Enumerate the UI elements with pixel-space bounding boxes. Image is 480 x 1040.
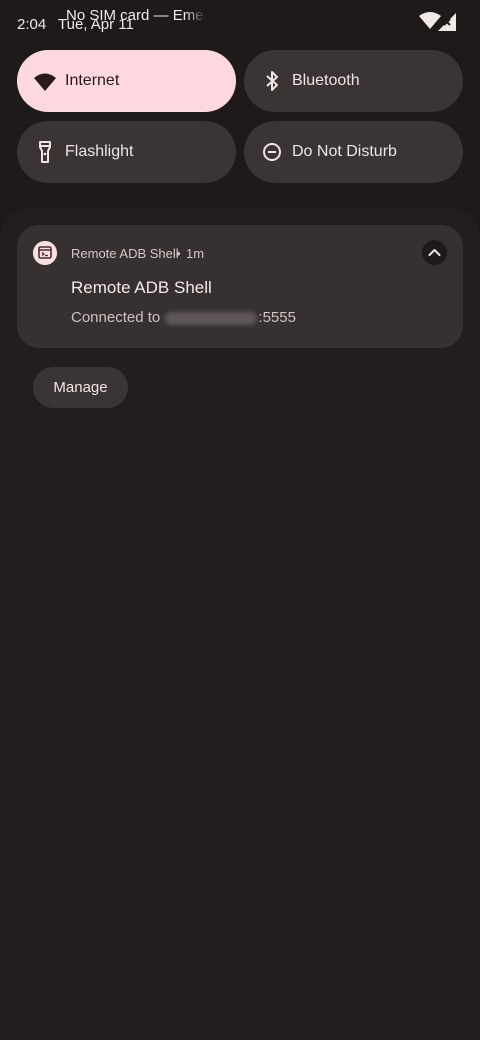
- tile-flashlight[interactable]: Flashlight: [17, 121, 236, 183]
- notification-app-name: Remote ADB Shell: [71, 246, 179, 261]
- app-terminal-icon: [33, 241, 57, 265]
- tile-internet-label: Internet: [65, 72, 120, 89]
- carrier-text: No SIM card — Emergency calls only: [66, 7, 206, 24]
- manage-button[interactable]: Manage: [33, 367, 128, 408]
- status-time: 2:04: [17, 16, 47, 33]
- tile-bluetooth-label: Bluetooth: [292, 72, 360, 89]
- notification-time: 1m: [186, 246, 205, 261]
- bluetooth-icon: [266, 71, 278, 91]
- notification-separator: •: [176, 246, 181, 261]
- notification-text-suffix: :5555: [258, 309, 296, 326]
- tile-do-not-disturb-label: Do Not Disturb: [292, 143, 397, 160]
- do-not-disturb-icon: [263, 143, 281, 161]
- tile-flashlight-label: Flashlight: [65, 143, 134, 160]
- tile-internet[interactable]: Internet: [17, 50, 236, 112]
- no-sim-signal-icon: [438, 13, 456, 31]
- wifi-icon: [34, 73, 56, 91]
- status-icons: [419, 12, 456, 31]
- notification-shade: 2:04 Tue, Apr 11 No SIM card — Emergency…: [0, 0, 480, 1040]
- wifi-icon: [419, 12, 441, 29]
- notification-text: Connected to :5555: [71, 309, 296, 326]
- tile-do-not-disturb[interactable]: Do Not Disturb: [244, 121, 463, 183]
- status-bar: 2:04 Tue, Apr 11 No SIM card — Emergency…: [0, 0, 480, 44]
- notification-text-prefix: Connected to: [71, 309, 165, 326]
- redacted-ip-address: [165, 311, 258, 325]
- notification-title: Remote ADB Shell: [71, 278, 212, 297]
- chevron-up-icon[interactable]: [422, 240, 447, 265]
- tile-bluetooth[interactable]: Bluetooth: [244, 50, 463, 112]
- flashlight-icon: [39, 141, 51, 163]
